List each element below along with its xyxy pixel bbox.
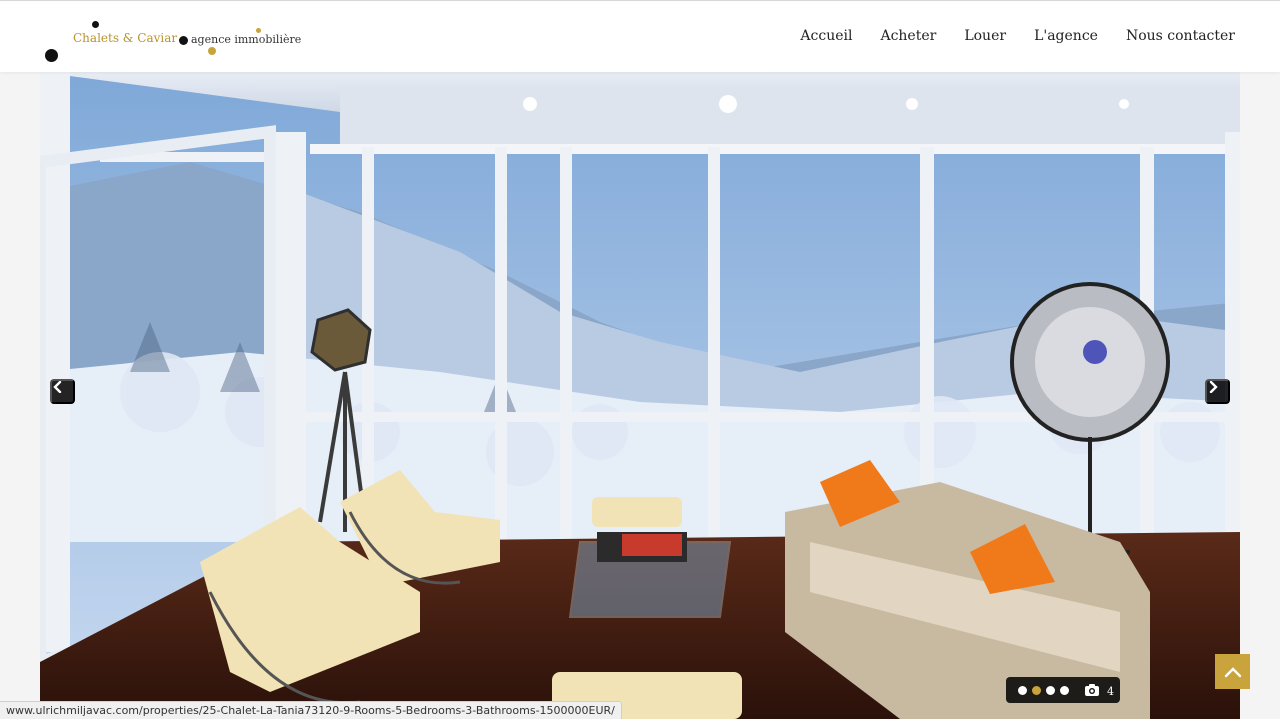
nav-item-accueil[interactable]: Accueil (800, 28, 852, 44)
slider-pagination: 4 (1006, 677, 1120, 703)
nav-item-acheter[interactable]: Acheter (880, 28, 936, 44)
logo-dot-gold (256, 28, 261, 33)
logo-dot (45, 49, 58, 62)
site-header: Chalets & Caviar agence immobilière Accu… (0, 0, 1280, 72)
logo-brand: Chalets & Caviar (73, 31, 178, 45)
slide-photo (40, 72, 1240, 719)
chevron-up-icon (1224, 666, 1241, 677)
nav-item-agence[interactable]: L'agence (1034, 28, 1098, 44)
nav-item-louer[interactable]: Louer (964, 28, 1006, 44)
property-photo-slider[interactable]: 4 (40, 72, 1240, 719)
logo[interactable]: Chalets & Caviar agence immobilière (40, 15, 310, 65)
chevron-left-icon (53, 381, 62, 393)
main-nav: Accueil Acheter Louer L'agence Nous cont… (800, 28, 1235, 44)
slider-next-button[interactable] (1205, 379, 1230, 404)
slide-dot-1[interactable] (1018, 686, 1027, 695)
logo-dot (92, 21, 99, 28)
slider-prev-button[interactable] (50, 379, 75, 404)
logo-dot-gold (208, 47, 216, 55)
slide-dot-4[interactable] (1060, 686, 1069, 695)
back-to-top-button[interactable] (1215, 654, 1250, 689)
slide-dot-2[interactable] (1032, 686, 1041, 695)
logo-tagline: agence immobilière (191, 33, 302, 46)
slide-dot-3[interactable] (1046, 686, 1055, 695)
browser-status-bar: www.ulrichmiljavac.com/properties/25-Cha… (0, 701, 622, 719)
logo-dot (179, 36, 188, 45)
chevron-right-icon (1209, 381, 1218, 393)
photo-count: 4 (1107, 685, 1114, 698)
nav-item-contact[interactable]: Nous contacter (1126, 28, 1235, 44)
camera-icon (1085, 684, 1099, 696)
